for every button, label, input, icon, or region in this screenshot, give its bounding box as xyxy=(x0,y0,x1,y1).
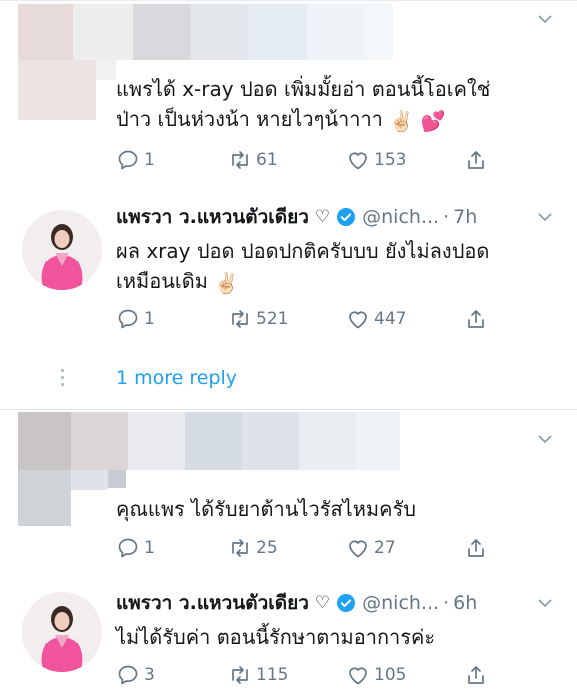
reply-icon xyxy=(116,148,140,172)
like-icon xyxy=(346,307,370,331)
timestamp[interactable]: 6h xyxy=(453,590,477,616)
like-count: 153 xyxy=(374,150,407,170)
retweet-button[interactable]: 521 xyxy=(228,307,288,331)
thread-dots-icon xyxy=(61,369,65,389)
tweet-reply-1[interactable]: แพรได้ x-ray ปอด เพิ่มมั้ยอ่า ตอนนี้โอเค… xyxy=(0,0,577,200)
like-button[interactable]: 153 xyxy=(346,148,406,172)
display-name[interactable]: แพรวา ว.แหวนตัวเดียว xyxy=(116,204,309,230)
user-handle[interactable]: @nich... xyxy=(362,204,439,230)
tweet-text-line: คุณแพร ได้รับยาต้านไวรัสไหมครับ xyxy=(116,497,416,521)
tweet-actions: 1 521 447 xyxy=(116,307,516,331)
reply-icon xyxy=(116,307,140,331)
retweet-button[interactable]: 25 xyxy=(228,536,278,560)
tweet-text-line: เหมือนเดิม ✌🏻 xyxy=(116,266,489,298)
reply-button[interactable]: 1 xyxy=(116,536,155,560)
tweet-text-line: ไม่ได้รับค่า ตอนนี้รักษาตามอาการค่ะ xyxy=(116,625,436,649)
chevron-down-icon[interactable] xyxy=(538,434,552,448)
tweet-text: ไม่ได้รับค่า ตอนนี้รักษาตามอาการค่ะ xyxy=(116,622,435,652)
tweet-author-1[interactable]: แพรวา ว.แหวนตัวเดียว ♡ @nich... · 7h ผล … xyxy=(0,200,577,350)
tweet-actions: 3 115 105 xyxy=(116,663,516,687)
timestamp[interactable]: 7h xyxy=(453,204,477,230)
retweet-icon xyxy=(228,307,252,331)
retweet-icon xyxy=(228,536,252,560)
peace-emoji: ✌🏻 xyxy=(389,109,415,133)
like-button[interactable]: 27 xyxy=(346,536,396,560)
tweet-text-line: ป่าว เป็นห่วงน้า หายไวๆน้าาาา ✌🏻 💕 xyxy=(116,104,490,136)
retweet-button[interactable]: 115 xyxy=(228,663,288,687)
separator-dot: · xyxy=(443,206,450,228)
peace-emoji: ✌🏻 xyxy=(214,271,240,295)
verified-badge-icon xyxy=(336,207,356,227)
reply-count: 1 xyxy=(144,150,155,170)
like-count: 27 xyxy=(374,538,396,558)
retweet-count: 521 xyxy=(256,309,289,329)
heart-symbol: ♡ xyxy=(314,207,331,227)
share-button[interactable] xyxy=(464,307,488,331)
tweet-actions: 1 25 27 xyxy=(116,536,516,560)
retweet-icon xyxy=(228,663,252,687)
reply-count: 3 xyxy=(144,665,155,685)
like-count: 105 xyxy=(374,665,407,685)
retweet-button[interactable]: 61 xyxy=(228,148,278,172)
avatar[interactable] xyxy=(22,592,102,672)
chevron-down-icon[interactable] xyxy=(538,14,552,28)
reply-count: 1 xyxy=(144,538,155,558)
like-count: 447 xyxy=(374,309,407,329)
retweet-count: 25 xyxy=(256,538,278,558)
tweet-text-line: ผล xray ปอด ปอดปกติครับบบ ยังไม่ลงปอด xyxy=(116,239,490,263)
heart-symbol: ♡ xyxy=(314,593,331,613)
retweet-count: 61 xyxy=(256,150,278,170)
reply-icon xyxy=(116,663,140,687)
user-handle[interactable]: @nich... xyxy=(362,590,439,616)
reply-button[interactable]: 3 xyxy=(116,663,155,687)
chevron-down-icon[interactable] xyxy=(538,598,552,612)
reply-count: 1 xyxy=(144,309,155,329)
tweet-text: แพรได้ x-ray ปอด เพิ่มมั้ยอ่า ตอนนี้โอเค… xyxy=(116,74,490,136)
reply-button[interactable]: 1 xyxy=(116,307,155,331)
tweet-text-line: แพรได้ x-ray ปอด เพิ่มมั้ยอ่า ตอนนี้โอเค… xyxy=(116,77,491,101)
more-replies-link[interactable]: 1 more reply xyxy=(116,367,237,389)
retweet-count: 115 xyxy=(256,665,289,685)
reply-button[interactable]: 1 xyxy=(116,148,155,172)
share-button[interactable] xyxy=(464,536,488,560)
like-icon xyxy=(346,148,370,172)
retweet-icon xyxy=(228,148,252,172)
share-icon xyxy=(464,663,488,687)
chevron-down-icon[interactable] xyxy=(538,212,552,226)
like-button[interactable]: 105 xyxy=(346,663,406,687)
share-button[interactable] xyxy=(464,148,488,172)
share-button[interactable] xyxy=(464,663,488,687)
top-border xyxy=(0,0,577,1)
like-icon xyxy=(346,663,370,687)
avatar[interactable] xyxy=(22,210,102,290)
tweet-text: ผล xray ปอด ปอดปกติครับบบ ยังไม่ลงปอด เห… xyxy=(116,236,489,298)
share-icon xyxy=(464,148,488,172)
tweet-reply-2[interactable]: คุณแพร ได้รับยาต้านไวรัสไหมครับ 1 25 27 xyxy=(0,410,577,580)
hearts-emoji: 💕 xyxy=(420,109,446,133)
tweet-actions: 1 61 153 xyxy=(116,148,516,172)
share-icon xyxy=(464,536,488,560)
tweet-author-2[interactable]: แพรวา ว.แหวนตัวเดียว ♡ @nich... · 6h ไม่… xyxy=(0,588,577,696)
reply-icon xyxy=(116,536,140,560)
separator-dot: · xyxy=(443,592,450,614)
tweet-header: แพรวา ว.แหวนตัวเดียว ♡ @nich... · 6h xyxy=(116,590,477,616)
tweet-header: แพรวา ว.แหวนตัวเดียว ♡ @nich... · 7h xyxy=(116,204,477,230)
like-button[interactable]: 447 xyxy=(346,307,406,331)
tweet-text: คุณแพร ได้รับยาต้านไวรัสไหมครับ xyxy=(116,494,416,524)
share-icon xyxy=(464,307,488,331)
display-name[interactable]: แพรวา ว.แหวนตัวเดียว xyxy=(116,590,309,616)
verified-badge-icon xyxy=(336,593,356,613)
like-icon xyxy=(346,536,370,560)
